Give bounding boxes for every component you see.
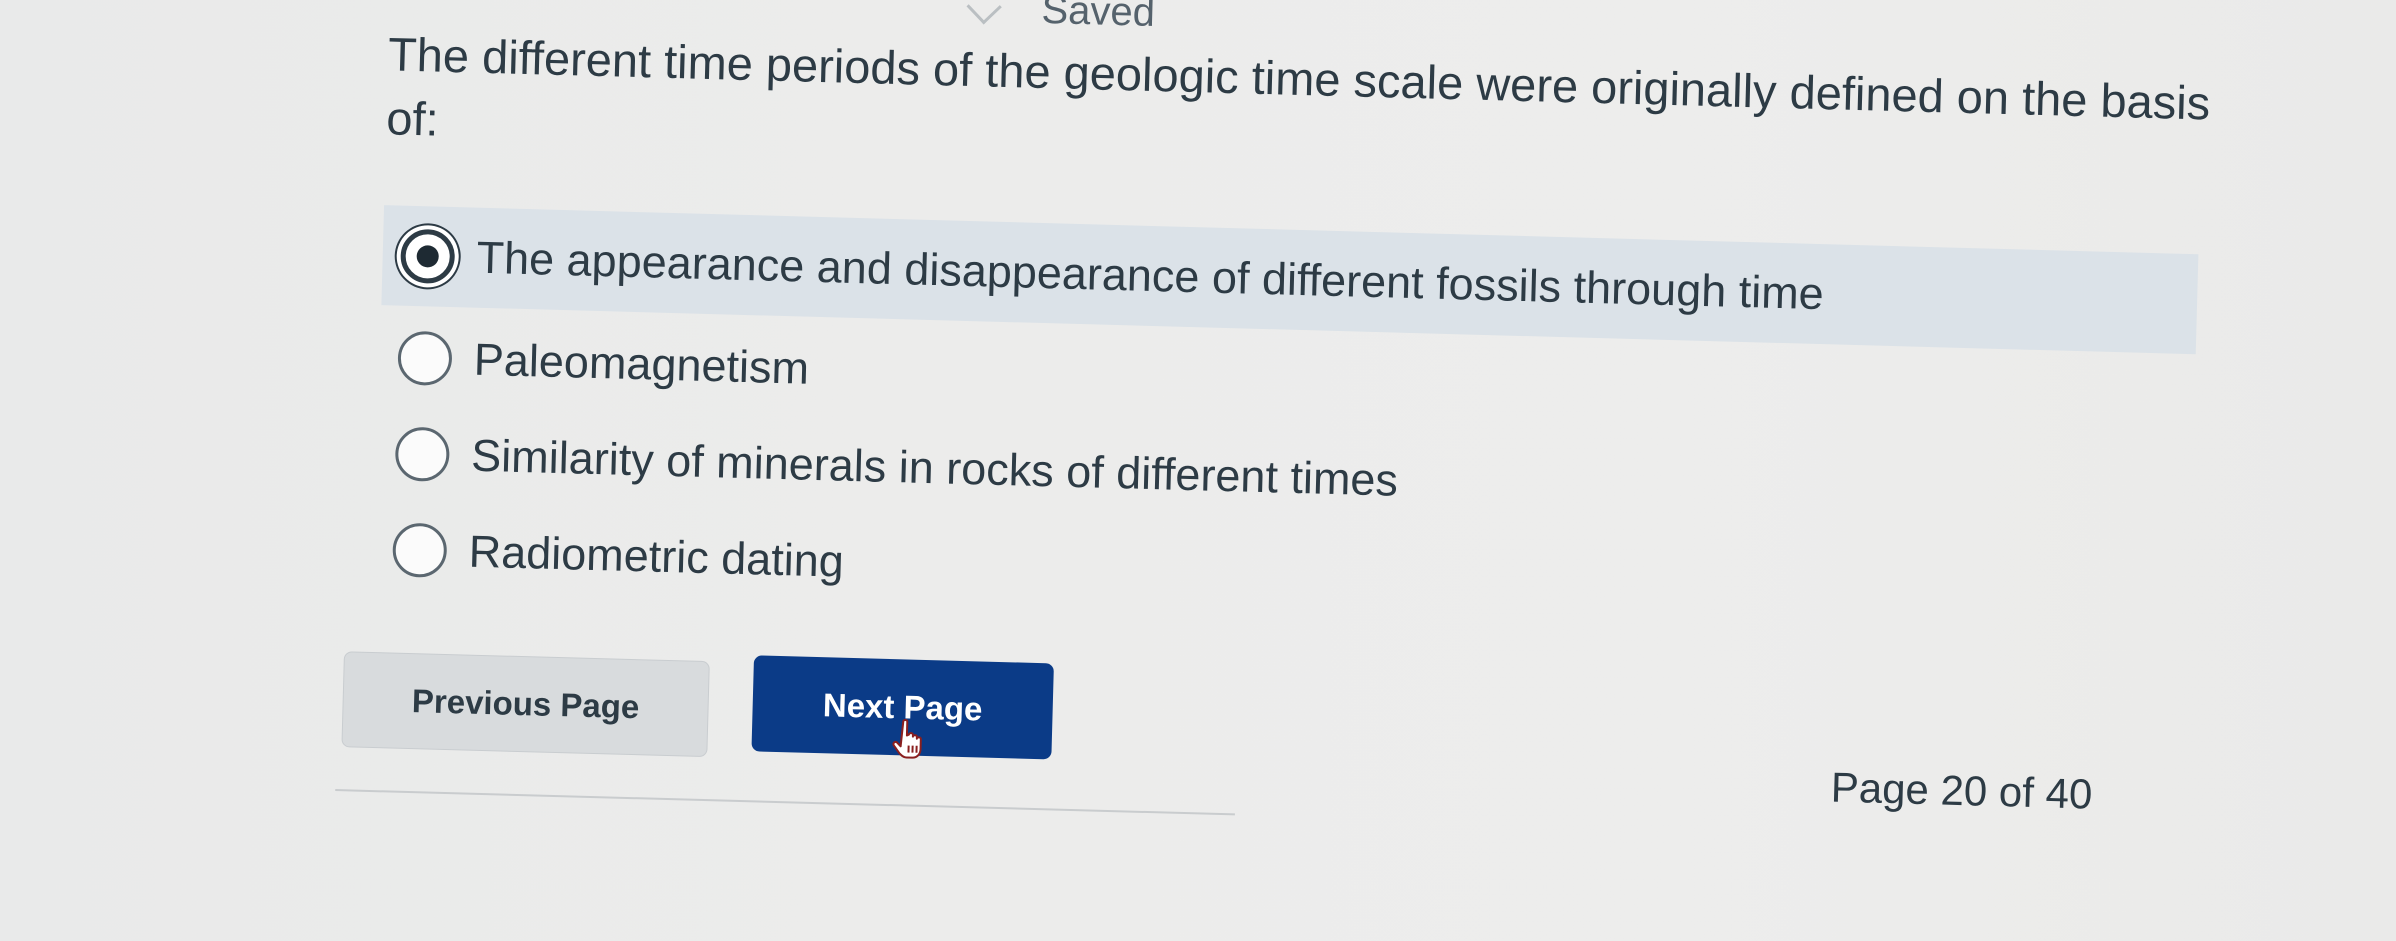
previous-page-button[interactable]: Previous Page bbox=[341, 651, 710, 758]
answer-label: Radiometric dating bbox=[468, 525, 845, 587]
radio-button-selected[interactable] bbox=[399, 228, 456, 285]
question-text: The different time periods of the geolog… bbox=[385, 27, 2211, 146]
page-indicator: Page 20 of 40 bbox=[1830, 763, 2093, 818]
hand-pointer-icon bbox=[892, 718, 922, 759]
quiz-page: Saved The different time periods of the … bbox=[0, 0, 2396, 941]
next-page-button[interactable]: Next Page bbox=[751, 655, 1054, 760]
saved-label: Saved bbox=[1041, 0, 1156, 35]
answer-label: Paleomagnetism bbox=[473, 333, 810, 394]
divider bbox=[335, 789, 1235, 816]
answer-label: Similarity of minerals in rocks of diffe… bbox=[470, 429, 1399, 506]
radio-button[interactable] bbox=[397, 330, 453, 387]
saved-status: Saved bbox=[966, 0, 1156, 36]
chevron-down-icon bbox=[966, 0, 1002, 25]
radio-button[interactable] bbox=[394, 426, 451, 483]
radio-button[interactable] bbox=[392, 522, 448, 578]
answer-list: The appearance and disappearance of diff… bbox=[373, 205, 2199, 646]
answer-label: The appearance and disappearance of diff… bbox=[476, 231, 1825, 320]
